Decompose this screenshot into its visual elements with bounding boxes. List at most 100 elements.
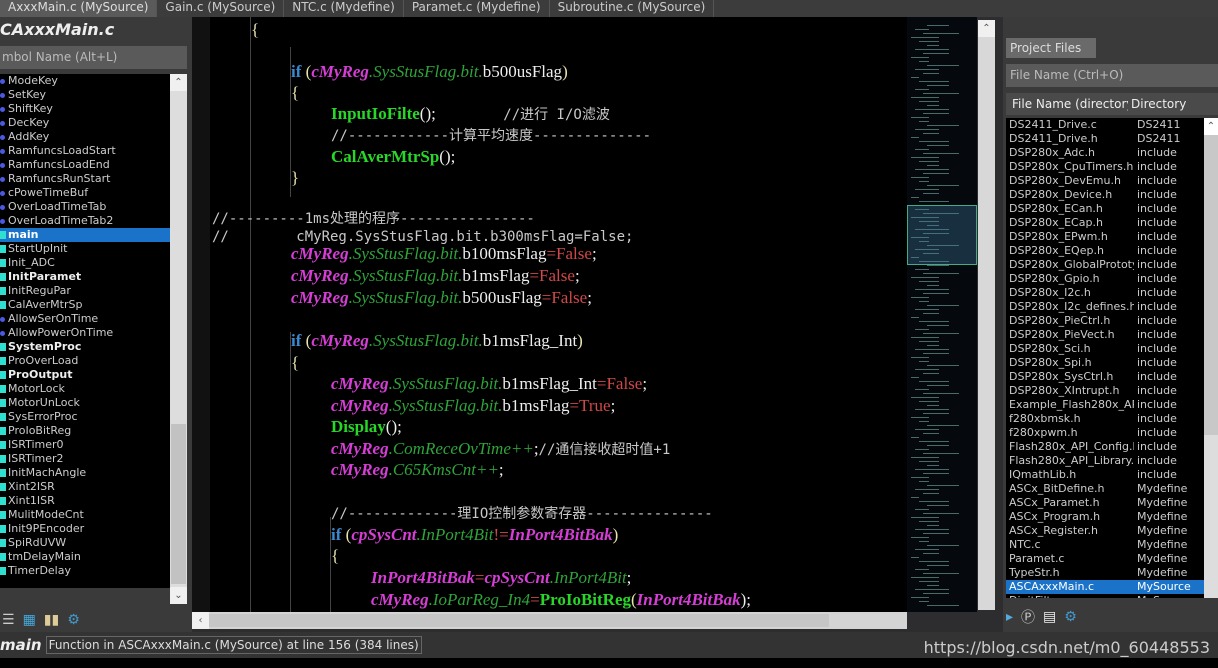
symbol-list-item[interactable]: SetKey <box>0 88 170 102</box>
editor-horizontal-scrollbar[interactable]: ‹ <box>192 612 907 629</box>
project-file-row[interactable]: DSP280x_PieVect.h include <box>1006 328 1204 342</box>
symbol-list-item[interactable]: OverLoadTimeTab <box>0 200 170 214</box>
list-view-icon[interactable]: ☰ <box>2 612 15 628</box>
symbol-list-item[interactable]: Xint2ISR <box>0 480 170 494</box>
project-file-row[interactable]: DSP280x_SysCtrl.h include <box>1006 370 1204 384</box>
symbol-list-item[interactable]: RamfuncsRunStart <box>0 172 170 186</box>
scrollbar-thumb[interactable] <box>209 614 829 627</box>
project-file-row[interactable]: DSP280x_Gpio.h include <box>1006 272 1204 286</box>
project-file-row[interactable]: ASCAxxxMain.c MySource <box>1006 580 1204 594</box>
symbol-list-item[interactable]: TimerDelay <box>0 564 170 578</box>
symbol-list-item[interactable]: InitParamet <box>0 270 170 284</box>
project-file-row[interactable]: DSP280x_EPwm.h include <box>1006 230 1204 244</box>
symbol-list-item[interactable]: SystemProc <box>0 340 170 354</box>
symbol-list-item[interactable]: Xint1ISR <box>0 494 170 508</box>
add-project-icon[interactable]: Ⓟ <box>1021 607 1035 627</box>
symbol-list-item[interactable]: InitMachAngle <box>0 466 170 480</box>
symbol-list-item[interactable]: DecKey <box>0 116 170 130</box>
scroll-up-icon[interactable]: ⌃ <box>1204 118 1218 135</box>
project-file-row[interactable]: DSP280x_I2c.h include <box>1006 286 1204 300</box>
project-file-row[interactable]: f280xbmsk.h include <box>1006 412 1204 426</box>
code-editor[interactable]: {if (cMyReg.SysStusFlag.bit.b500usFlag){… <box>210 17 907 612</box>
minimap-viewport[interactable] <box>907 205 977 265</box>
scroll-left-icon[interactable]: ‹ <box>192 612 209 629</box>
project-file-row[interactable]: ASCx_BitDefine.h Mydefine <box>1006 482 1204 496</box>
project-file-row[interactable]: DigitFilter.cMySource <box>1006 594 1204 598</box>
project-file-row[interactable]: Flash280x_API_Library.h include <box>1006 454 1204 468</box>
scroll-up-icon[interactable]: ⌃ <box>170 74 187 91</box>
project-files-scrollbar[interactable]: ⌃ <box>1204 118 1218 598</box>
symbol-list-item[interactable]: AllowPowerOnTime <box>0 326 170 340</box>
project-file-row[interactable]: NTC.c Mydefine <box>1006 538 1204 552</box>
symbol-list-item[interactable]: Init9PEncoder <box>0 522 170 536</box>
symbol-list-item[interactable]: MotorUnLock <box>0 396 170 410</box>
tab-file[interactable]: Paramet.c (Mydefine) <box>404 0 550 17</box>
tab-file[interactable]: AxxxMain.c (MySource) <box>0 0 158 17</box>
symbol-list-scrollbar[interactable]: ⌃ ⌄ <box>170 74 187 604</box>
project-file-row[interactable]: ASCx_Program.h Mydefine <box>1006 510 1204 524</box>
project-file-row[interactable]: DSP280x_ECap.h include <box>1006 216 1204 230</box>
symbol-list-item[interactable]: RamfuncsLoadStart <box>0 144 170 158</box>
symbol-list-item[interactable]: cPoweTimeBuf <box>0 186 170 200</box>
project-file-row[interactable]: f280xpwm.h include <box>1006 426 1204 440</box>
project-file-row[interactable]: DS2411_Drive.h DS2411 <box>1006 132 1204 146</box>
project-file-row[interactable]: ASCx_Register.h Mydefine <box>1006 524 1204 538</box>
symbol-list-item[interactable]: ISRTimer0 <box>0 438 170 452</box>
project-file-row[interactable]: DSP280x_ECan.h include <box>1006 202 1204 216</box>
symbol-list-item[interactable]: ModeKey <box>0 74 170 88</box>
symbol-list-item[interactable]: StartUpInit <box>0 242 170 256</box>
gear-icon[interactable]: ⚙ <box>67 612 80 628</box>
scrollbar-thumb[interactable] <box>171 424 186 584</box>
symbol-list-item[interactable]: AddKey <box>0 130 170 144</box>
project-file-row[interactable]: DS2411_Drive.c DS2411 <box>1006 118 1204 132</box>
scroll-down-icon[interactable]: ⌄ <box>170 587 187 604</box>
scroll-up-icon[interactable]: ⌃ <box>978 20 995 37</box>
symbol-list-item[interactable]: main <box>0 228 170 242</box>
tab-file[interactable]: NTC.c (Mydefine) <box>284 0 404 17</box>
symbol-list-item[interactable]: Init_ADC <box>0 256 170 270</box>
project-file-row[interactable]: DSP280x_I2c_defines.h include <box>1006 300 1204 314</box>
symbol-list-item[interactable]: ShiftKey <box>0 102 170 116</box>
project-file-row[interactable]: DSP280x_PieCtrl.h include <box>1006 314 1204 328</box>
gear-icon[interactable]: ⚙ <box>1064 609 1077 625</box>
symbol-list-item[interactable]: InitReguPar <box>0 284 170 298</box>
project-file-row[interactable]: Paramet.c Mydefine <box>1006 552 1204 566</box>
project-file-row[interactable]: DSP280x_Device.h include <box>1006 188 1204 202</box>
project-file-row[interactable]: ASCx_Paramet.h Mydefine <box>1006 496 1204 510</box>
symbol-list-item[interactable]: SysErrorProc <box>0 410 170 424</box>
code-minimap[interactable] <box>907 17 977 612</box>
project-file-row[interactable]: DSP280x_DevEmu.h include <box>1006 174 1204 188</box>
symbol-list-item[interactable]: ProOverLoad <box>0 354 170 368</box>
project-file-row[interactable]: Example_Flash280x_API.hinclude <box>1006 398 1204 412</box>
symbol-list-item[interactable]: AllowSerOnTime <box>0 312 170 326</box>
symbol-list-item[interactable]: tmDelayMain <box>0 550 170 564</box>
column-header-directory[interactable]: Directory <box>1128 93 1186 115</box>
project-file-row[interactable]: IQmathLib.h include <box>1006 468 1204 482</box>
symbol-list-item[interactable]: ProIoBitReg <box>0 424 170 438</box>
project-file-row[interactable]: DSP280x_GlobalPrototypes.hinclude <box>1006 258 1204 272</box>
symbol-list-item[interactable]: MotorLock <box>0 382 170 396</box>
list-icon[interactable]: ▤ <box>1043 609 1056 625</box>
tab-project-files[interactable]: Project Files <box>1006 38 1096 58</box>
project-file-row[interactable]: DSP280x_Sci.h include <box>1006 342 1204 356</box>
symbol-search-input[interactable]: mbol Name (Alt+L) <box>0 46 187 69</box>
file-name-search-input[interactable]: File Name (Ctrl+O) <box>1006 64 1218 87</box>
project-file-row[interactable]: DSP280x_EQep.h include <box>1006 244 1204 258</box>
tab-file[interactable]: Subroutine.c (MySource) <box>550 0 715 17</box>
project-file-row[interactable]: DSP280x_CpuTimers.h include <box>1006 160 1204 174</box>
editor-vertical-scrollbar[interactable]: ⌃ <box>978 20 995 610</box>
symbol-list-item[interactable]: SpiRdUVW <box>0 536 170 550</box>
symbol-types-icon[interactable]: ▦ <box>23 612 36 628</box>
symbol-list-item[interactable]: CalAverMtrSp <box>0 298 170 312</box>
book-icon[interactable]: ▮▮ <box>44 612 59 628</box>
symbol-list-item[interactable]: ProOutput <box>0 368 170 382</box>
project-file-row[interactable]: Flash280x_API_Config.h include <box>1006 440 1204 454</box>
scrollbar-thumb[interactable] <box>1204 135 1218 435</box>
symbol-list-item[interactable]: RamfuncsLoadEnd <box>0 158 170 172</box>
project-icon[interactable]: ▸ <box>1006 609 1013 625</box>
symbol-list-item[interactable]: OverLoadTimeTab2 <box>0 214 170 228</box>
column-header-file-name[interactable]: File Name (directory <box>1006 93 1128 115</box>
project-file-row[interactable]: DSP280x_Spi.h include <box>1006 356 1204 370</box>
project-file-row[interactable]: DSP280x_XIntrupt.h include <box>1006 384 1204 398</box>
tab-file[interactable]: Gain.c (MySource) <box>157 0 285 17</box>
